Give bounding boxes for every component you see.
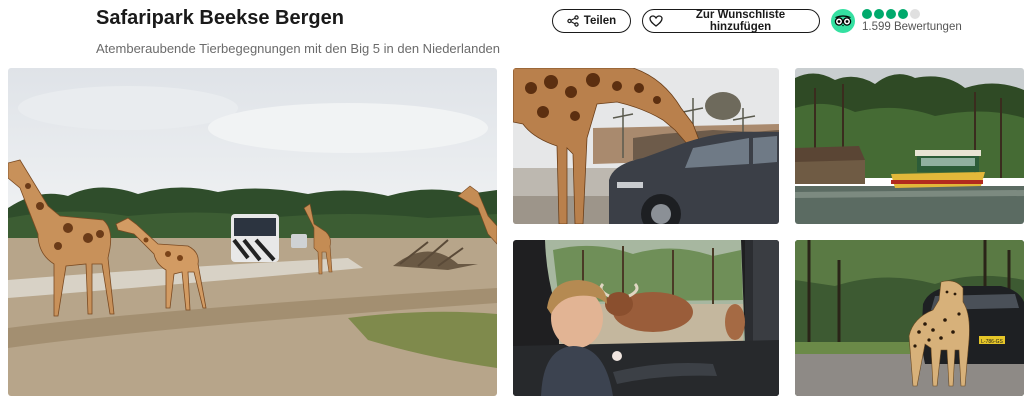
rating-bubble-filled: [898, 9, 908, 19]
wishlist-button-label: Zur Wunschliste hinzufügen: [695, 9, 786, 33]
license-plate-text: L-786-GS: [981, 339, 1003, 345]
rating-bubble-filled: [862, 9, 872, 19]
share-button[interactable]: Teilen: [552, 9, 631, 33]
rating-bubbles: [862, 9, 920, 19]
reviews-count[interactable]: 1.599 Bewertungen: [862, 21, 962, 33]
rating-bubble-filled: [886, 9, 896, 19]
share-icon: [567, 15, 579, 27]
add-to-wishlist-button[interactable]: Zur Wunschliste hinzufügen: [642, 9, 820, 33]
gallery-photo-child-in-car-window[interactable]: [513, 240, 779, 396]
tripadvisor-owl-icon: [831, 9, 855, 33]
heart-icon: [649, 15, 663, 27]
rating-bubble-filled: [874, 9, 884, 19]
gallery-photo-safari-boat-lake[interactable]: [795, 68, 1024, 224]
page-subtitle: Atemberaubende Tierbegegnungen mit den B…: [96, 41, 501, 56]
gallery-photo-cheetah-in-front-of-car[interactable]: L-786-GS: [795, 240, 1024, 396]
page-title: Safaripark Beekse Bergen: [96, 7, 344, 29]
share-button-label: Teilen: [583, 15, 617, 27]
gallery-photo-giraffe-at-car[interactable]: [513, 68, 779, 224]
gallery-photo-giraffes-safari-bus[interactable]: [8, 68, 497, 396]
rating-bubble-empty: [910, 9, 920, 19]
